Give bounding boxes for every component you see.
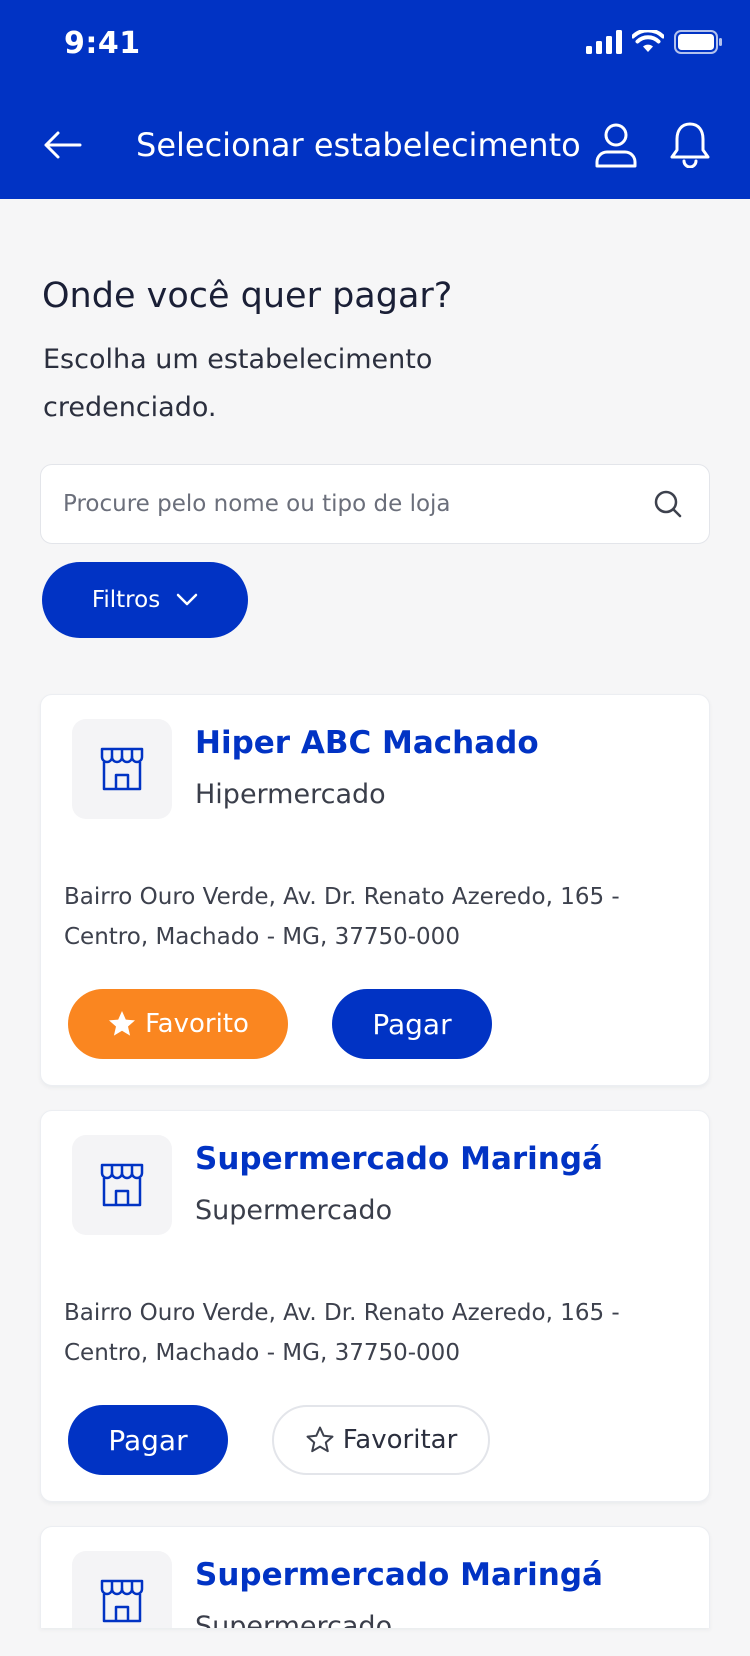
status-icons <box>586 30 722 54</box>
signal-icon <box>586 30 622 54</box>
store-card[interactable]: Supermercado Maringá Supermercado <box>40 1526 710 1628</box>
store-name: Hiper ABC Machado <box>195 725 539 761</box>
store-icon-box <box>72 719 172 819</box>
chevron-down-icon <box>176 593 198 606</box>
star-outline-icon <box>306 1426 334 1453</box>
filters-label: Filtros <box>91 587 161 613</box>
wifi-icon <box>632 30 664 52</box>
app-header: 9:41 Selecionar estabelecimento <box>0 0 750 199</box>
store-address: Bairro Ouro Verde, Av. Dr. Renato Azered… <box>64 1300 620 1366</box>
search-input[interactable] <box>63 465 643 543</box>
store-card[interactable]: Hiper ABC Machado Hipermercado Bairro Ou… <box>40 694 710 1086</box>
storefront-icon <box>100 1163 144 1207</box>
filters-button[interactable]: Filtros <box>42 562 248 638</box>
favoritar-label: Favoritar <box>342 1425 458 1455</box>
back-arrow-icon[interactable] <box>40 122 86 168</box>
page-subtitle: Escolha um estabelecimento credenciado. <box>43 344 433 423</box>
store-name: Supermercado Maringá <box>195 1141 603 1177</box>
store-card[interactable]: Supermercado Maringá Supermercado Bairro… <box>40 1110 710 1502</box>
favorite-button[interactable]: Favorito <box>68 989 288 1059</box>
pay-label: Pagar <box>372 1007 452 1041</box>
star-filled-icon <box>109 1011 136 1036</box>
battery-icon <box>674 30 722 54</box>
search-box <box>40 464 710 544</box>
store-type: Hipermercado <box>195 779 386 810</box>
bell-icon[interactable] <box>668 120 712 168</box>
user-icon[interactable] <box>594 122 638 168</box>
store-type: Supermercado <box>195 1195 393 1226</box>
favorite-label: Favorito <box>145 1009 249 1039</box>
search-icon[interactable] <box>653 489 683 519</box>
storefront-icon <box>100 1579 144 1623</box>
store-type: Supermercado <box>195 1611 393 1628</box>
status-time: 9:41 <box>64 26 141 61</box>
store-name: Supermercado Maringá <box>195 1557 603 1593</box>
pay-button[interactable]: Pagar <box>332 989 492 1059</box>
storefront-icon <box>100 747 144 791</box>
store-icon-box <box>72 1135 172 1235</box>
page-header-title: Selecionar estabelecimento <box>136 126 581 164</box>
favoritar-button[interactable]: Favoritar <box>272 1405 490 1475</box>
store-address: Bairro Ouro Verde, Av. Dr. Renato Azered… <box>64 884 620 950</box>
pay-label: Pagar <box>108 1423 188 1457</box>
store-icon-box <box>72 1551 172 1628</box>
pay-button[interactable]: Pagar <box>68 1405 228 1475</box>
page-title: Onde você quer pagar? <box>42 276 453 316</box>
